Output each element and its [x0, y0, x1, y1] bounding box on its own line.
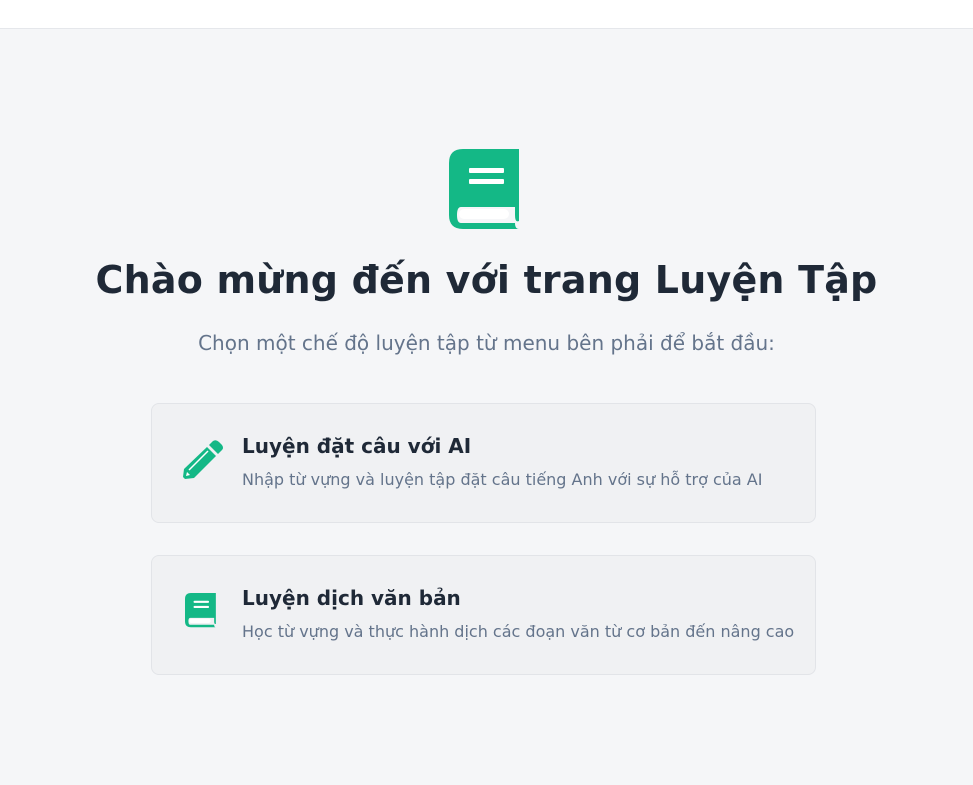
pencil-icon — [183, 440, 223, 479]
page-title: Chào mừng đến với trang Luyện Tập — [95, 258, 878, 302]
option-card-sentence-ai[interactable]: Luyện đặt câu với AI Nhập từ vựng và luy… — [151, 403, 816, 523]
book-icon — [449, 149, 519, 229]
top-bar — [0, 0, 973, 29]
option-title: Luyện đặt câu với AI — [242, 434, 472, 458]
option-card-translation[interactable]: Luyện dịch văn bản Học từ vựng và thực h… — [151, 555, 816, 675]
page-subtitle: Chọn một chế độ luyện tập từ menu bên ph… — [198, 331, 775, 355]
option-title: Luyện dịch văn bản — [242, 586, 461, 610]
book-icon — [185, 593, 216, 628]
option-description: Nhập từ vựng và luyện tập đặt câu tiếng … — [242, 470, 763, 489]
option-description: Học từ vựng và thực hành dịch các đoạn v… — [242, 622, 795, 641]
